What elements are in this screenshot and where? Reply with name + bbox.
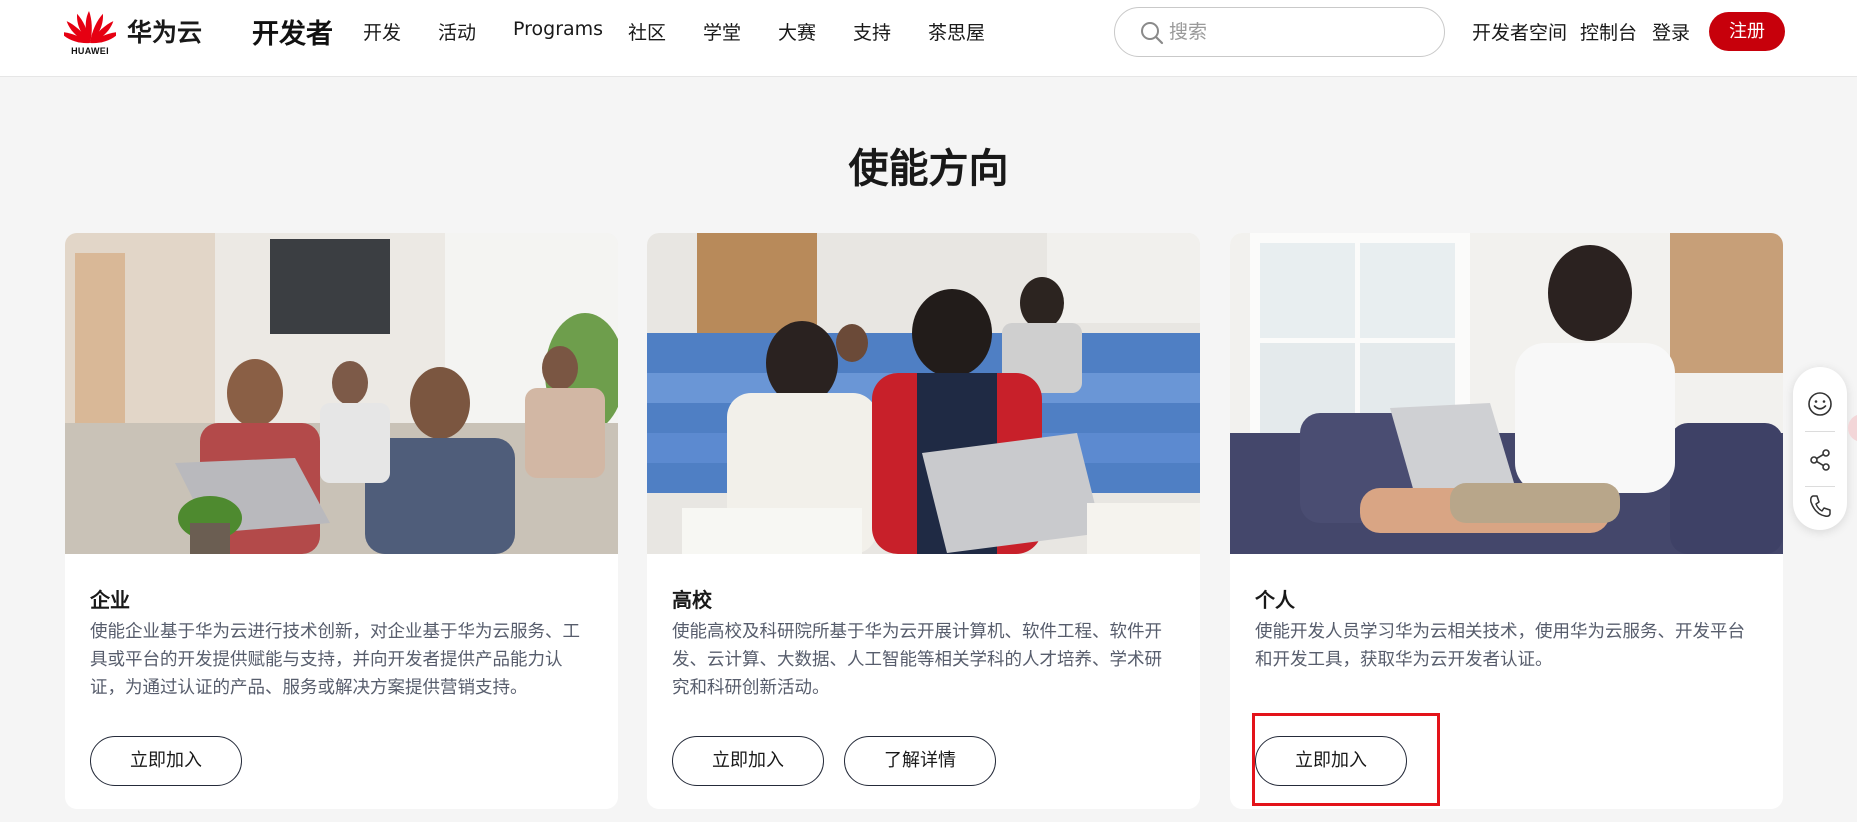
- sidebar-divider: [1805, 486, 1835, 487]
- huawei-petals-icon: [64, 11, 116, 44]
- phone-icon[interactable]: [1807, 493, 1833, 519]
- brand-name[interactable]: 华为云: [127, 13, 202, 49]
- logo-wordmark: HUAWEI: [71, 46, 109, 56]
- card-description: 使能高校及科研院所基于华为云开展计算机、软件工程、软件开发、云计算、大数据、人工…: [672, 622, 1162, 698]
- page-title: 使能方向: [848, 146, 1009, 192]
- register-button[interactable]: 注册: [1709, 12, 1785, 51]
- nav-item-community[interactable]: 社区: [628, 18, 666, 45]
- highlight-box: [1252, 713, 1440, 806]
- developer-space-link[interactable]: 开发者空间: [1472, 18, 1567, 45]
- search-input[interactable]: [1169, 17, 1419, 47]
- huawei-logo[interactable]: HUAWEI: [64, 8, 116, 58]
- sidebar-divider: [1805, 431, 1835, 432]
- learn-more-button[interactable]: 了解详情: [844, 736, 996, 786]
- console-link[interactable]: 控制台: [1580, 18, 1637, 45]
- individual-photo: [1230, 233, 1783, 554]
- card-description: 使能开发人员学习华为云相关技术，使用华为云服务、开发平台和开发工具，获取华为云开…: [1255, 622, 1745, 670]
- nav-item-support[interactable]: 支持: [853, 18, 891, 45]
- card-title: 个人: [1255, 588, 1295, 612]
- share-icon[interactable]: [1807, 447, 1833, 473]
- card-university: 高校 使能高校及科研院所基于华为云开展计算机、软件工程、软件开发、云计算、大数据…: [647, 233, 1200, 809]
- join-now-button[interactable]: 立即加入: [90, 736, 242, 786]
- top-header: HUAWEI 华为云 开发者 开发 活动 Programs 社区 学堂 大赛 支…: [0, 0, 1857, 77]
- university-photo: [647, 233, 1200, 554]
- login-link[interactable]: 登录: [1652, 18, 1690, 45]
- search-box[interactable]: [1114, 7, 1445, 57]
- enterprise-photo: [65, 233, 618, 554]
- card-title: 企业: [90, 588, 130, 612]
- section-title[interactable]: 开发者: [252, 12, 333, 51]
- edge-tab[interactable]: [1848, 414, 1857, 442]
- nav-item-develop[interactable]: 开发: [363, 18, 401, 45]
- nav-item-academy[interactable]: 学堂: [703, 18, 741, 45]
- card-description: 使能企业基于华为云进行技术创新，对企业基于华为云服务、工具或平台的开发提供赋能与…: [90, 622, 580, 698]
- search-icon: [1141, 22, 1164, 45]
- join-now-button[interactable]: 立即加入: [672, 736, 824, 786]
- nav-item-competitions[interactable]: 大赛: [778, 18, 816, 45]
- nav-item-tea-house[interactable]: 茶思屋: [928, 18, 985, 45]
- nav-item-programs[interactable]: Programs: [513, 18, 603, 40]
- nav-item-activities[interactable]: 活动: [438, 18, 476, 45]
- floating-sidebar: [1793, 367, 1847, 530]
- smiley-icon[interactable]: [1807, 391, 1833, 417]
- card-title: 高校: [672, 588, 712, 612]
- card-enterprise: 企业 使能企业基于华为云进行技术创新，对企业基于华为云服务、工具或平台的开发提供…: [65, 233, 618, 809]
